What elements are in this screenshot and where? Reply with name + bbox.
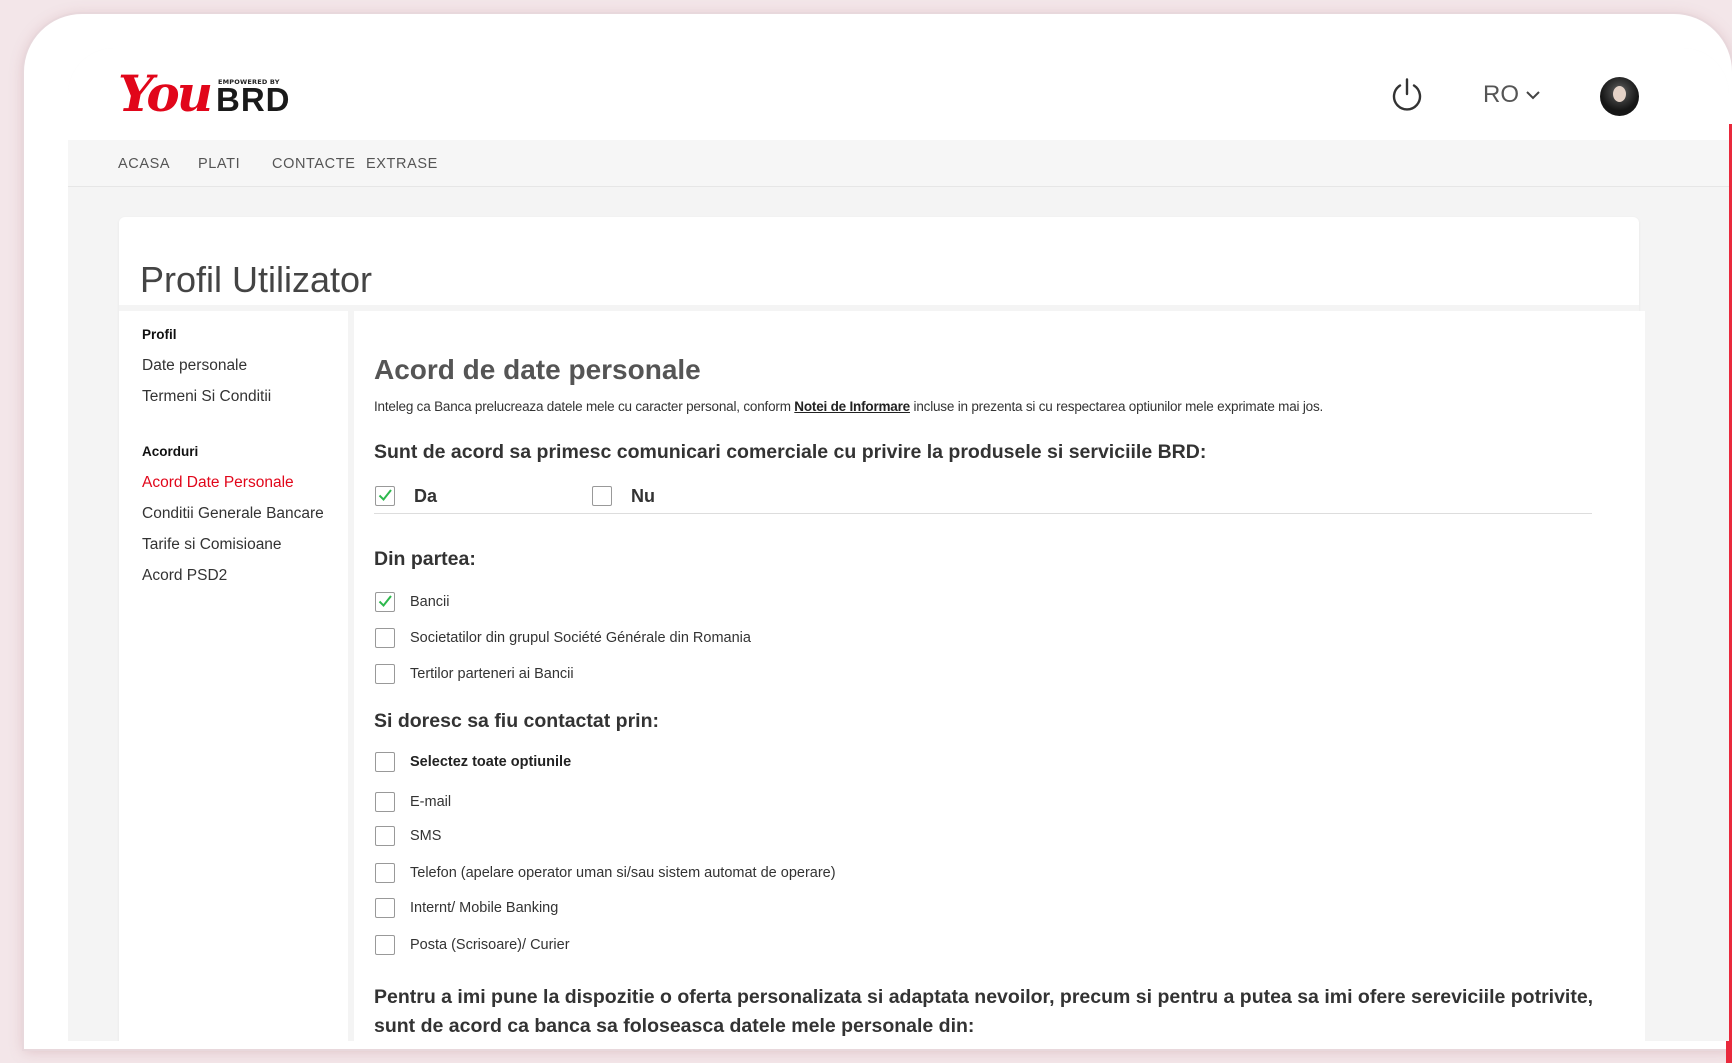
consent-content: Acord de date personale Inteleg ca Banca… (348, 311, 1645, 1041)
avatar-face (1613, 86, 1626, 102)
consent-yes-label[interactable]: Da (414, 486, 437, 507)
avatar[interactable] (1600, 77, 1639, 116)
profile-sidebar: Profil Date personale Termeni Si Conditi… (119, 311, 347, 1041)
from-bank-label[interactable]: Bancii (410, 594, 450, 610)
contact-post-label[interactable]: Posta (Scrisoare)/ Curier (410, 937, 570, 953)
top-bar: You EMPOWERED BY BRD RO (68, 48, 1729, 140)
contact-sms-label[interactable]: SMS (410, 828, 441, 844)
sidebar-item-date-personale[interactable]: Date personale (142, 357, 247, 375)
from-heading: Din partea: (374, 548, 476, 570)
contact-sms-checkbox[interactable] (375, 826, 395, 846)
consent-no-checkbox[interactable] (592, 486, 612, 506)
intro-text: Inteleg ca Banca prelucreaza datele mele… (374, 399, 1323, 414)
sidebar-item-termeni[interactable]: Termeni Si Conditii (142, 388, 271, 406)
checkmark-icon (378, 595, 392, 608)
profile-card: Profil Utilizator Profil Date personale … (119, 217, 1645, 1041)
from-group-label[interactable]: Societatilor din grupul Société Générale… (410, 630, 751, 646)
device-frame: You EMPOWERED BY BRD RO ACASA PLATI CONT… (24, 14, 1732, 1063)
intro-after: incluse in prezenta si cu respectarea op… (909, 399, 1324, 414)
page-title: Profil Utilizator (140, 259, 373, 301)
language-selector[interactable]: RO (1483, 76, 1541, 114)
section-divider (374, 513, 1592, 514)
consent-yes-checkbox[interactable] (375, 486, 395, 506)
from-group-checkbox[interactable] (375, 628, 395, 648)
sidebar-item-acord-psd2[interactable]: Acord PSD2 (142, 567, 227, 585)
contact-banking-checkbox[interactable] (375, 898, 395, 918)
contact-post-checkbox[interactable] (375, 935, 395, 955)
section-title: Acord de date personale (374, 354, 701, 386)
contact-email-label[interactable]: E-mail (410, 794, 451, 810)
contact-phone-label[interactable]: Telefon (apelare operator uman si/sau si… (410, 865, 836, 881)
select-all-checkbox[interactable] (375, 752, 395, 772)
consent-question: Sunt de acord sa primesc comunicari come… (374, 441, 1207, 463)
offer-question: Pentru a imi pune la dispozitie o oferta… (374, 986, 1594, 1037)
contact-heading: Si doresc sa fiu contactat prin: (374, 710, 659, 732)
intro-before: Inteleg ca Banca prelucreaza datele mele… (374, 399, 795, 414)
app-screen: You EMPOWERED BY BRD RO ACASA PLATI CONT… (68, 48, 1729, 1041)
logout-button[interactable] (1388, 76, 1426, 114)
card-header: Profil Utilizator (119, 217, 1639, 311)
checkmark-icon (378, 489, 392, 502)
logo-you: You (118, 64, 213, 123)
main-nav: ACASA PLATI CONTACTE EXTRASE (68, 140, 1729, 187)
sidebar-item-tarife[interactable]: Tarife si Comisioane (142, 536, 282, 554)
contact-email-checkbox[interactable] (375, 792, 395, 812)
nav-item-extrase[interactable]: EXTRASE (366, 156, 438, 172)
select-all-label[interactable]: Selectez toate optiunile (410, 754, 571, 770)
sidebar-heading-profil: Profil (142, 327, 177, 342)
language-label: RO (1483, 81, 1519, 108)
nav-item-plati[interactable]: PLATI (198, 156, 240, 172)
chevron-down-icon (1526, 91, 1540, 100)
nav-item-contacte[interactable]: CONTACTE (272, 156, 355, 172)
consent-no-label[interactable]: Nu (631, 486, 655, 507)
sidebar-item-acord-date-personale[interactable]: Acord Date Personale (142, 474, 294, 492)
information-note-link[interactable]: Notei de Informare (794, 399, 910, 414)
from-partners-checkbox[interactable] (375, 664, 395, 684)
nav-item-acasa[interactable]: ACASA (118, 156, 170, 172)
contact-banking-label[interactable]: Internt/ Mobile Banking (410, 900, 558, 916)
sidebar-heading-acorduri: Acorduri (142, 444, 199, 459)
logo-bank: BRD (216, 81, 291, 118)
contact-phone-checkbox[interactable] (375, 863, 395, 883)
from-partners-label[interactable]: Tertilor parteneri ai Bancii (410, 666, 574, 682)
from-bank-checkbox[interactable] (375, 592, 395, 612)
power-icon (1392, 78, 1422, 111)
sidebar-item-conditii-generale[interactable]: Conditii Generale Bancare (142, 505, 324, 523)
